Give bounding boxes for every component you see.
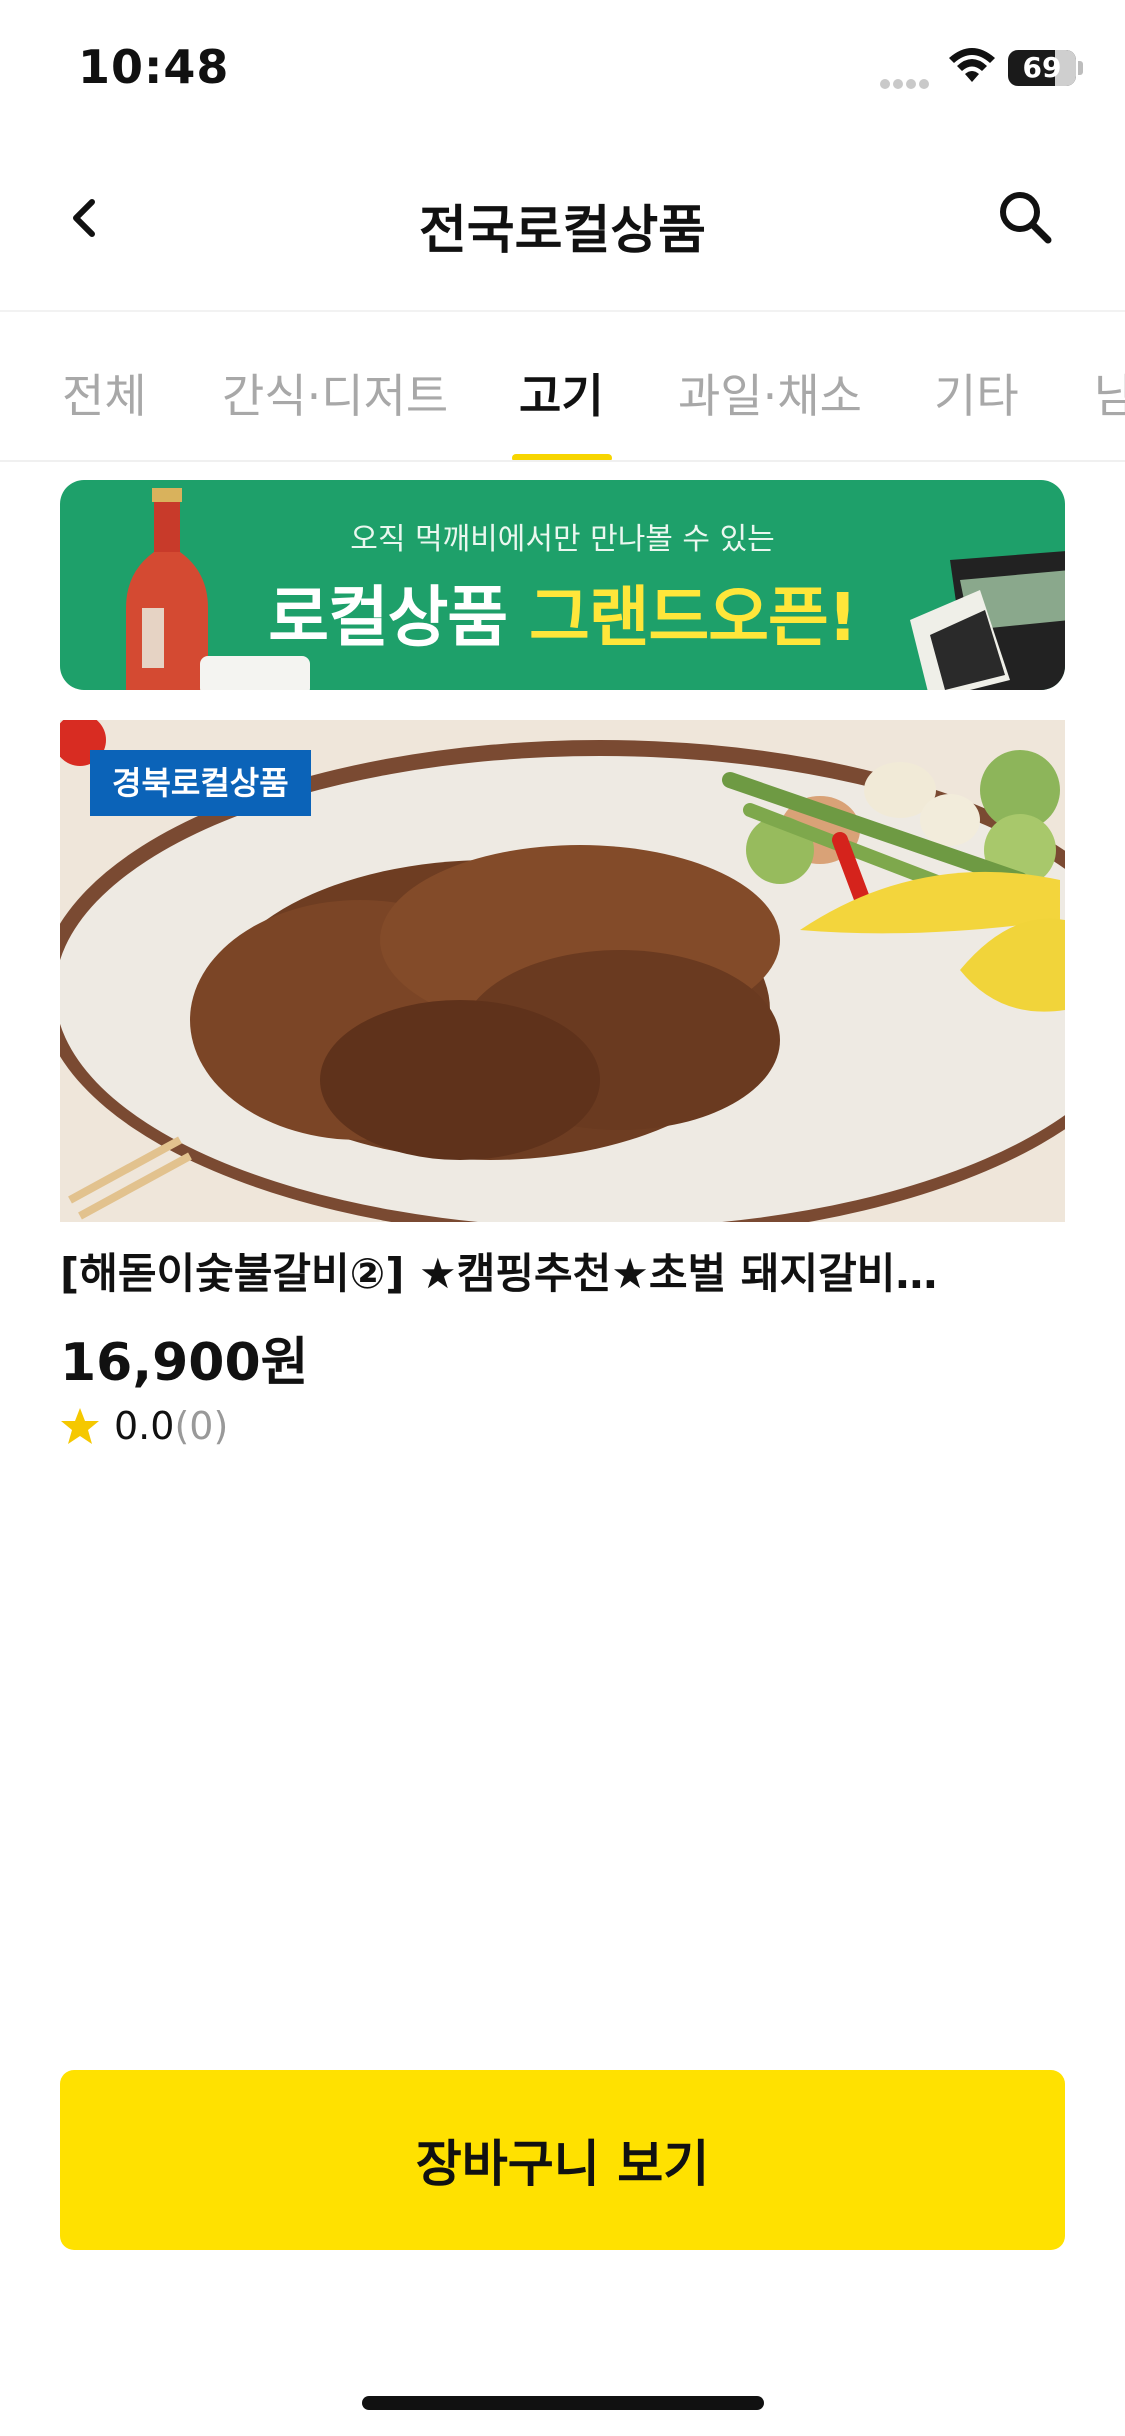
product-name[interactable]: [해돋이숯불갈비②] ★캠핑추천★초벌 돼지갈비… (60, 1240, 1065, 1301)
cellular-signal-icon (880, 74, 936, 89)
tab-all[interactable]: 전체 (62, 360, 147, 426)
cup-image (200, 656, 310, 690)
product-price: 16,900원 (60, 1333, 309, 1393)
product-image[interactable]: 경북로컬상품 (60, 720, 1065, 1222)
review-count: (0) (174, 1404, 229, 1448)
banner-title-yellow: 그랜드오픈! (529, 579, 858, 656)
category-tabs: 전체 간식·디저트 고기 과일·채소 기타 남 (0, 310, 1125, 462)
header: 전국로컬상품 (0, 160, 1125, 280)
status-time: 10:48 (78, 40, 230, 94)
page: 10:48 69 전국로컬상품 전체 간식·디저트 고기 과일·채소 기타 오직… (0, 0, 1125, 2436)
star-icon (61, 1408, 99, 1444)
package-image (910, 551, 1065, 690)
tab-meat[interactable]: 고기 (519, 360, 604, 426)
rating-value: 0.0 (114, 1404, 175, 1448)
tab-etc[interactable]: 기타 (934, 360, 1019, 426)
wifi-icon (949, 48, 995, 82)
tab-fruit-vegetable[interactable]: 과일·채소 (678, 360, 862, 426)
product-rating: 0.0 (0) (60, 1404, 228, 1448)
battery-level: 69 (1022, 51, 1062, 84)
search-button[interactable] (990, 182, 1062, 254)
home-indicator (362, 2396, 764, 2410)
tab-snack-dessert[interactable]: 간식·디저트 (222, 360, 448, 426)
battery-cap (1078, 61, 1083, 75)
tab-indicator (512, 454, 612, 460)
tab-more[interactable]: 남 (1094, 360, 1125, 426)
view-cart-button[interactable]: 장바구니 보기 (60, 2070, 1065, 2250)
region-badge: 경북로컬상품 (90, 750, 311, 816)
search-icon (1000, 192, 1052, 244)
page-title: 전국로컬상품 (418, 201, 707, 261)
battery-icon: 69 (1008, 50, 1076, 86)
promo-banner[interactable]: 오직 먹깨비에서만 만나볼 수 있는 로컬상품 그랜드오픈! (60, 480, 1065, 690)
status-bar: 10:48 69 (0, 0, 1125, 130)
banner-title-white: 로컬상품 (268, 579, 530, 656)
